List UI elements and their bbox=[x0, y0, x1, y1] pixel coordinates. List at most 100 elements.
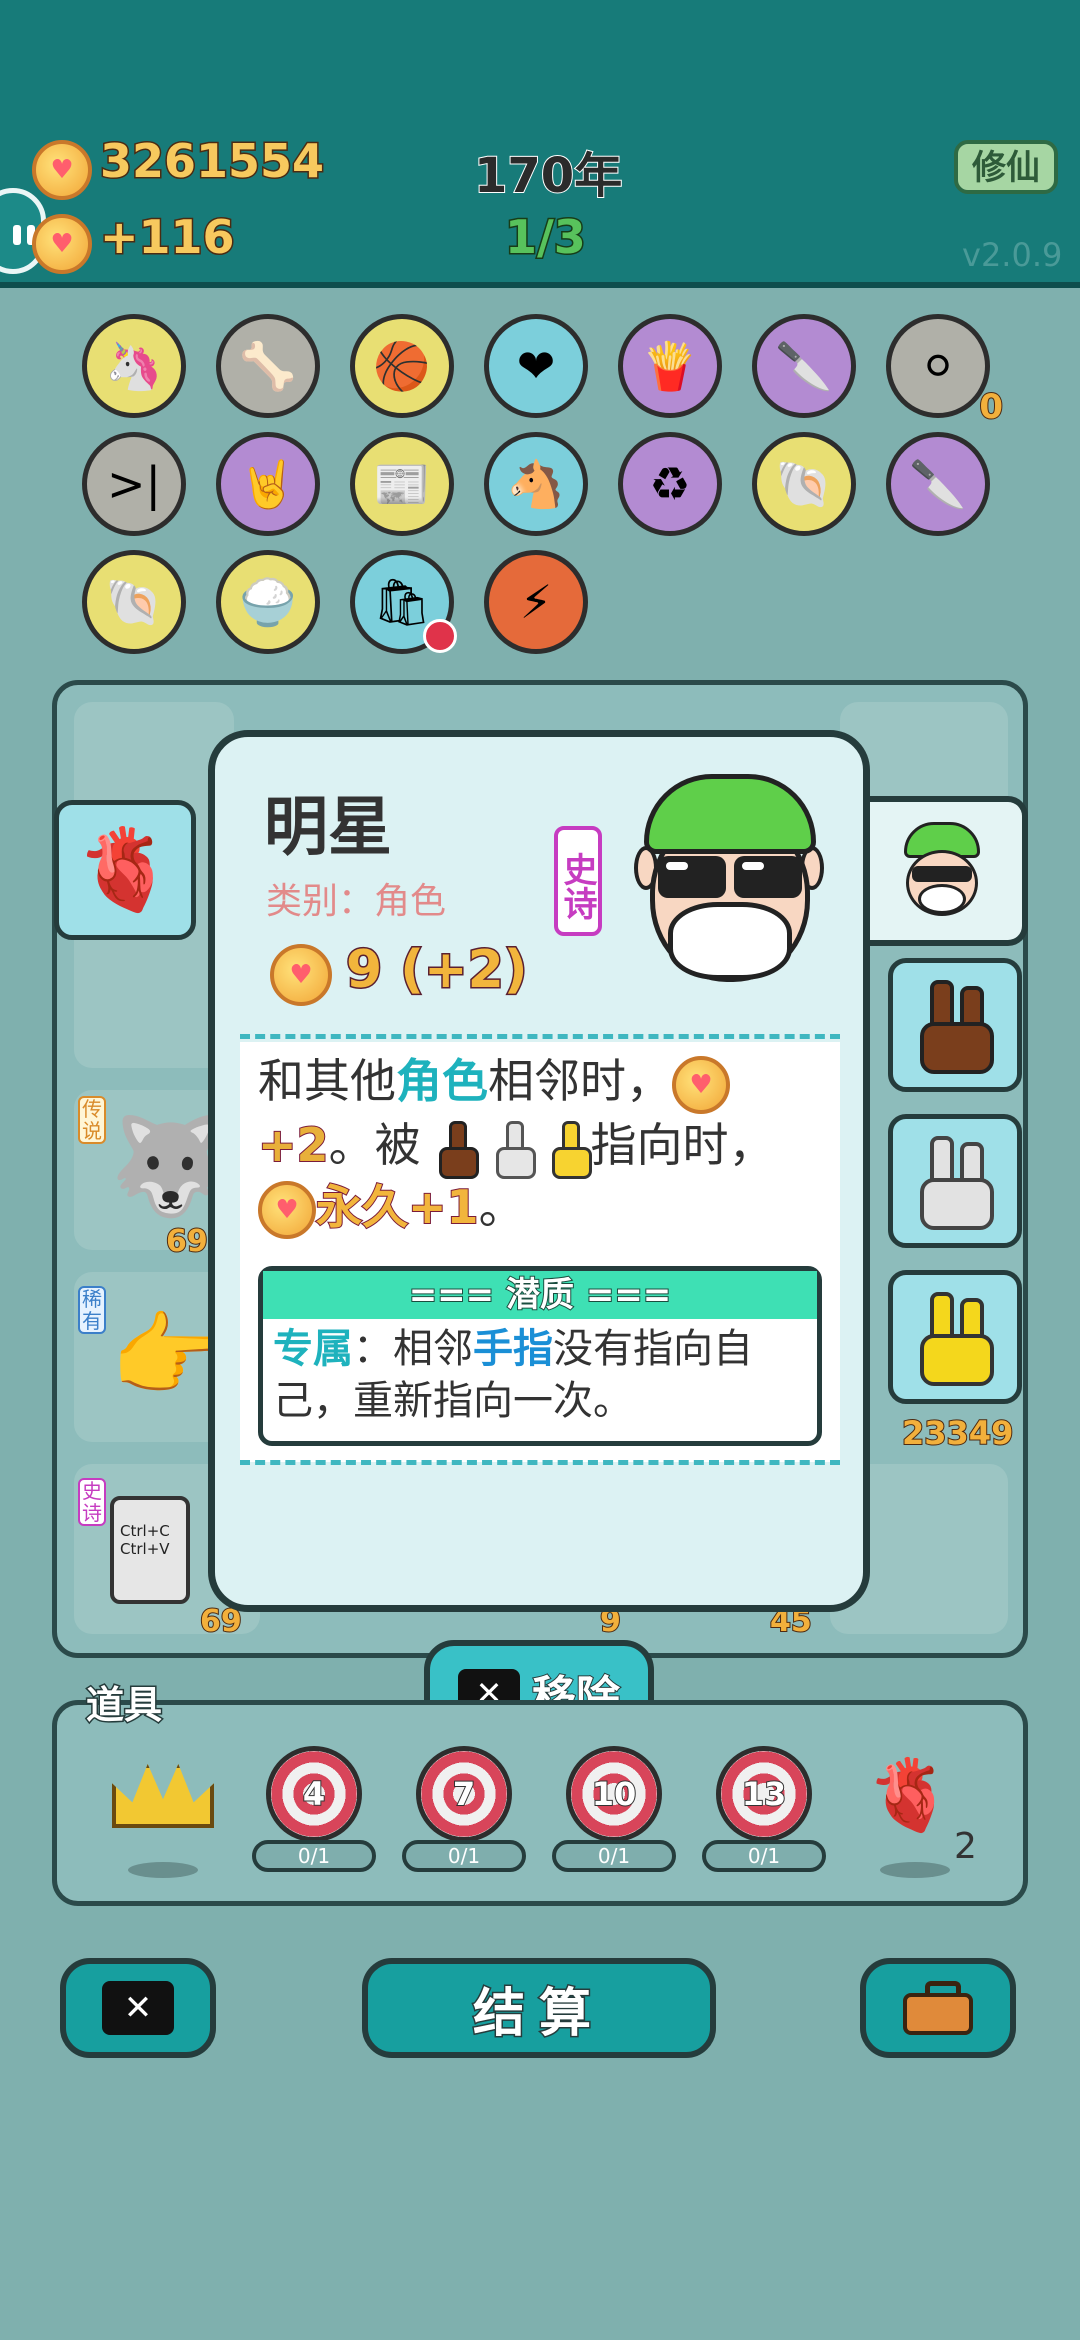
egg-tray-icon: ⚪ bbox=[918, 339, 958, 393]
rare-tag: 稀有 bbox=[78, 1286, 106, 1334]
years-counter: 170年 bbox=[473, 147, 623, 205]
character-portrait-tab[interactable] bbox=[860, 796, 1028, 946]
fries-icon: 🍟 bbox=[641, 338, 699, 393]
target-icon: 10 bbox=[566, 1746, 662, 1842]
symbol-row-1: 🦄 🦴 🏀 ❤ 🍟 🔪 ⚪ 0 bbox=[82, 314, 1004, 428]
symbol-slot[interactable]: 🐚 bbox=[82, 550, 186, 654]
symbol-slot[interactable]: ❤ bbox=[484, 314, 588, 418]
briefcase-icon bbox=[903, 1981, 973, 2035]
brown-finger-card[interactable] bbox=[888, 958, 1022, 1092]
symbol-row-3: 🐚 🍚 🛍 ⚡ bbox=[82, 550, 588, 654]
symbol-slot[interactable]: 🤘 bbox=[216, 432, 320, 536]
brown-finger-icon bbox=[435, 1121, 480, 1179]
basketballs-icon: 🏀 bbox=[373, 338, 431, 393]
liver-icon: 🫀 bbox=[75, 823, 175, 916]
symbol-slot[interactable]: 🍟 bbox=[618, 314, 722, 418]
income-coin-icon: ♥ bbox=[32, 214, 92, 274]
symbol-slot[interactable]: 🔪 bbox=[752, 314, 856, 418]
symbol-value: 9 (+2) bbox=[345, 939, 530, 1002]
star-portrait bbox=[630, 772, 830, 992]
target-item[interactable]: 10 0/1 bbox=[552, 1746, 676, 1872]
target-item[interactable]: 4 0/1 bbox=[252, 1746, 376, 1872]
symbol-slot[interactable]: ⚪ 0 bbox=[886, 314, 1004, 428]
symbol-slot[interactable]: 🐴 bbox=[484, 432, 588, 536]
skip-icon: >| bbox=[106, 457, 162, 511]
rock-hand-icon: 🤘 bbox=[239, 456, 297, 511]
divider bbox=[240, 1034, 840, 1039]
version-label: v2.0.9 bbox=[962, 236, 1063, 274]
liver-item-icon[interactable]: 🫀 bbox=[866, 1760, 953, 1830]
symbol-category: 类别：角色 bbox=[266, 881, 447, 922]
symbol-name: 明星 bbox=[264, 791, 392, 865]
blood-bag-icon: ❤ bbox=[516, 339, 556, 393]
unicorn-icon: 🦄 bbox=[105, 338, 163, 393]
item-shadow bbox=[128, 1862, 198, 1878]
epic-tag: 史诗 bbox=[78, 1478, 106, 1526]
coin-icon: ♥ bbox=[32, 140, 92, 200]
cell-value: 69 bbox=[165, 1223, 209, 1260]
cleaver-icon: 🔪 bbox=[909, 456, 967, 511]
divider bbox=[240, 1460, 840, 1465]
target-icon: 7 bbox=[416, 1746, 512, 1842]
symbol-slot[interactable]: ⚡ bbox=[484, 550, 588, 654]
potential-box: === 潜质 === 专属：相邻手指没有指向自己，重新指向一次。 bbox=[258, 1266, 822, 1446]
trash-bag-icon: 🛍 bbox=[372, 574, 432, 629]
pause-icon bbox=[13, 225, 21, 245]
symbol-slot[interactable]: 🍚 bbox=[216, 550, 320, 654]
target-progress: 0/1 bbox=[402, 1840, 526, 1872]
crown-icon[interactable] bbox=[112, 1764, 214, 1828]
white-finger-icon bbox=[920, 1136, 994, 1230]
symbol-slot[interactable]: 🦄 bbox=[82, 314, 186, 418]
cultivation-button[interactable]: 修仙 bbox=[954, 140, 1058, 194]
rice-bowl-icon: 🍚 bbox=[239, 574, 297, 629]
skip-button[interactable]: ✕ bbox=[60, 1958, 216, 2058]
symbol-row-2: >| 🤘 📰 🐴 ♻ 🐚 🔪 bbox=[82, 432, 990, 536]
rarity-badge: 史诗 bbox=[554, 826, 602, 936]
white-finger-icon bbox=[492, 1121, 536, 1179]
symbol-slot[interactable]: 🔪 bbox=[886, 432, 990, 536]
symbol-slot[interactable]: 📰 bbox=[350, 432, 454, 536]
inventory-button[interactable] bbox=[860, 1958, 1016, 2058]
pet-bowl-icon: 🦴 bbox=[239, 338, 297, 393]
liver-card[interactable]: 🫀 bbox=[54, 800, 196, 940]
star-avatar-icon bbox=[900, 822, 984, 922]
round-counter: 1/3 bbox=[504, 209, 588, 266]
legend-tag: 传说 bbox=[78, 1096, 106, 1144]
potential-text: 专属：相邻手指没有指向自己，重新指向一次。 bbox=[273, 1326, 753, 1424]
brown-finger-icon bbox=[920, 980, 994, 1074]
target-items: 4 0/1 7 0/1 10 0/1 13 0/1 bbox=[252, 1746, 826, 1872]
shell-icon: 🐚 bbox=[105, 574, 163, 629]
shell-icon: 🐚 bbox=[775, 456, 833, 511]
target-progress: 0/1 bbox=[552, 1840, 676, 1872]
cell-value: 23349 bbox=[901, 1413, 1014, 1453]
yellow-finger-card[interactable] bbox=[888, 1270, 1022, 1404]
items-title: 道具 bbox=[84, 1682, 163, 1729]
target-icon: 13 bbox=[716, 1746, 812, 1842]
inline-coin-icon: ♥ bbox=[672, 1055, 730, 1114]
remove-badge-icon bbox=[423, 619, 457, 653]
time-magazine-icon: 📰 bbox=[373, 456, 431, 511]
target-item[interactable]: 7 0/1 bbox=[402, 1746, 526, 1872]
liver-count: 2 bbox=[954, 1826, 977, 1867]
symbol-slot[interactable]: >| bbox=[82, 432, 186, 536]
symbol-slot[interactable]: ♻ bbox=[618, 432, 722, 536]
symbol-slot[interactable]: 🐚 bbox=[752, 432, 856, 536]
symbol-slot[interactable]: 🦴 bbox=[216, 314, 320, 418]
coin-income: +116 bbox=[99, 209, 237, 266]
target-item[interactable]: 13 0/1 bbox=[702, 1746, 826, 1872]
white-finger-card[interactable] bbox=[888, 1114, 1022, 1248]
target-progress: 0/1 bbox=[252, 1840, 376, 1872]
value-coin-icon: ♥ bbox=[270, 944, 332, 1006]
symbol-count: 0 bbox=[978, 386, 1004, 428]
cleaver-icon: 🔪 bbox=[775, 338, 833, 393]
yellow-finger-icon bbox=[548, 1121, 593, 1179]
inline-coin-icon: ♥ bbox=[258, 1181, 316, 1239]
settle-button[interactable]: 结算 bbox=[362, 1958, 716, 2058]
item-shadow bbox=[880, 1862, 950, 1878]
symbol-slot[interactable]: 🏀 bbox=[350, 314, 454, 418]
yellow-finger-icon bbox=[920, 1292, 994, 1386]
symbol-slot[interactable]: 🛍 bbox=[350, 550, 457, 654]
copy-paste-symbol: Ctrl+C Ctrl+V bbox=[110, 1496, 190, 1604]
target-progress: 0/1 bbox=[702, 1840, 826, 1872]
target-icon: 4 bbox=[266, 1746, 362, 1842]
